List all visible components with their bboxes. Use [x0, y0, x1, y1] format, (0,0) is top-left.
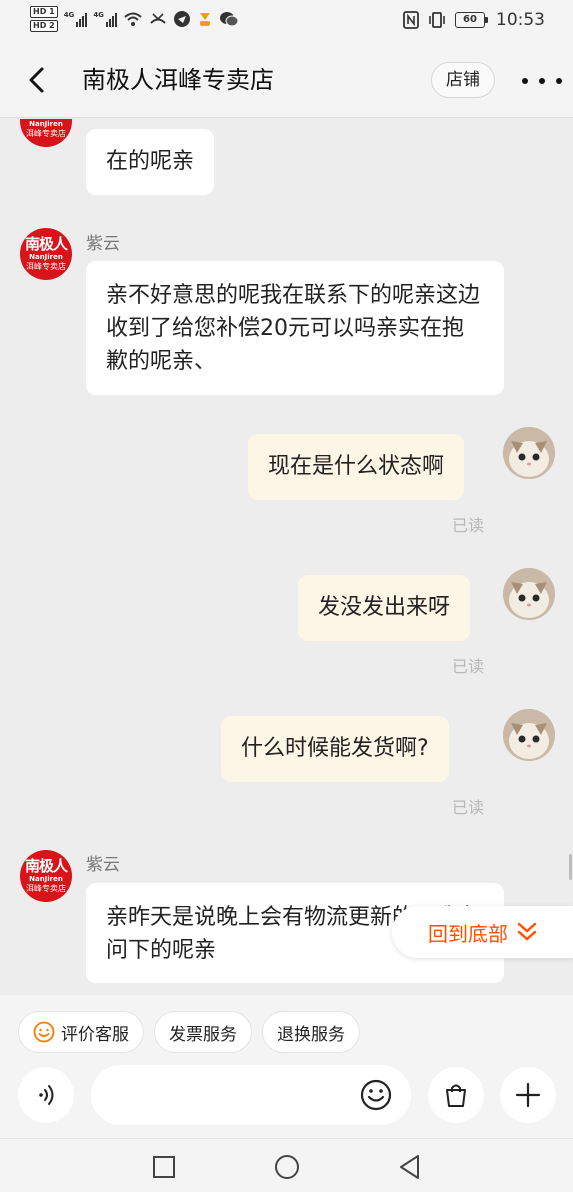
chat-header: 南极人洱峰专卖店 店铺: [0, 42, 573, 118]
taobao-notification-icon: [199, 13, 210, 26]
scrollbar[interactable]: [569, 854, 572, 880]
battery-icon: 60: [455, 12, 488, 28]
sender-name: 紫云: [86, 234, 120, 254]
sender-name: 紫云: [86, 855, 120, 875]
wechat-icon: [219, 12, 239, 27]
invoice-service-button[interactable]: 发票服务: [154, 1011, 252, 1053]
app-notification-icon: [173, 11, 190, 27]
more-dots-icon[interactable]: [522, 66, 562, 96]
vibrate-icon: [429, 12, 445, 28]
message-bubble-me[interactable]: 现在是什么状态啊: [248, 434, 465, 500]
status-bar: HD 1 HD 2 4G 4G 60 10:53: [0, 0, 573, 42]
store-avatar[interactable]: 南极人 NanJiren 洱峰专卖店: [20, 119, 72, 147]
emoji-icon[interactable]: [360, 1079, 392, 1111]
signal-2-icon: 4G: [93, 11, 117, 27]
return-exchange-button[interactable]: 退换服务: [262, 1011, 360, 1053]
missed-call-icon: [150, 13, 166, 24]
back-triangle-icon[interactable]: [396, 1153, 424, 1181]
sim-indicators: HD 1 HD 2: [30, 6, 58, 32]
chip-label: 评价客服: [61, 1024, 129, 1045]
nfc-icon: [403, 11, 419, 29]
user-avatar[interactable]: [503, 709, 555, 761]
smile-icon: [33, 1021, 55, 1043]
store-avatar[interactable]: 南极人 NanJiren 洱峰专卖店: [20, 850, 72, 902]
read-status: 已读: [452, 516, 485, 535]
plus-icon: [515, 1082, 541, 1108]
jump-to-bottom-button[interactable]: 回到底部: [392, 906, 573, 958]
message-bubble-me[interactable]: 发没发出来呀: [298, 575, 471, 641]
message-bubble-me[interactable]: 什么时候能发货啊?: [221, 716, 449, 782]
voice-icon: [39, 1085, 54, 1105]
sim2-badge: HD 2: [30, 20, 58, 32]
shopping-bag-icon: [446, 1084, 466, 1107]
message-bubble-store[interactable]: 在的呢亲: [86, 129, 215, 195]
chevron-left-icon[interactable]: [22, 64, 54, 96]
system-nav-bar: [0, 1138, 573, 1192]
chip-label: 退换服务: [277, 1024, 345, 1045]
read-status: 已读: [452, 657, 485, 676]
shopping-bag-button[interactable]: [428, 1067, 484, 1123]
clock: 10:53: [496, 10, 545, 30]
message-bubble-store[interactable]: 亲不好意思的呢我在联系下的呢亲这边收到了给您补偿20元可以吗亲实在抱歉的呢亲、: [86, 261, 504, 395]
home-circle-icon[interactable]: [273, 1153, 301, 1181]
signal-1-icon: 4G: [64, 11, 88, 27]
voice-button[interactable]: [18, 1067, 74, 1123]
shop-button[interactable]: 店铺: [431, 62, 495, 98]
chat-message-list[interactable]: 南极人 NanJiren 洱峰专卖店 在的呢亲 南极人 NanJiren 洱峰专…: [0, 119, 573, 995]
recents-square-icon[interactable]: [150, 1153, 178, 1181]
jump-to-bottom-label: 回到底部: [428, 921, 508, 946]
store-avatar[interactable]: 南极人 NanJiren 洱峰专卖店: [20, 228, 72, 280]
user-avatar[interactable]: [503, 568, 555, 620]
rate-service-button[interactable]: 评价客服: [18, 1011, 144, 1053]
page-title: 南极人洱峰专卖店: [82, 66, 274, 94]
double-chevron-down-icon: [517, 922, 537, 941]
quick-actions: 评价客服 发票服务 退换服务: [18, 1011, 360, 1053]
chip-label: 发票服务: [169, 1024, 237, 1045]
input-toolbar: 评价客服 发票服务 退换服务: [0, 995, 573, 1138]
plus-button[interactable]: [500, 1067, 556, 1123]
wifi-icon: [124, 12, 142, 26]
read-status: 已读: [452, 798, 485, 817]
sim1-badge: HD 1: [30, 6, 58, 18]
user-avatar[interactable]: [503, 427, 555, 479]
